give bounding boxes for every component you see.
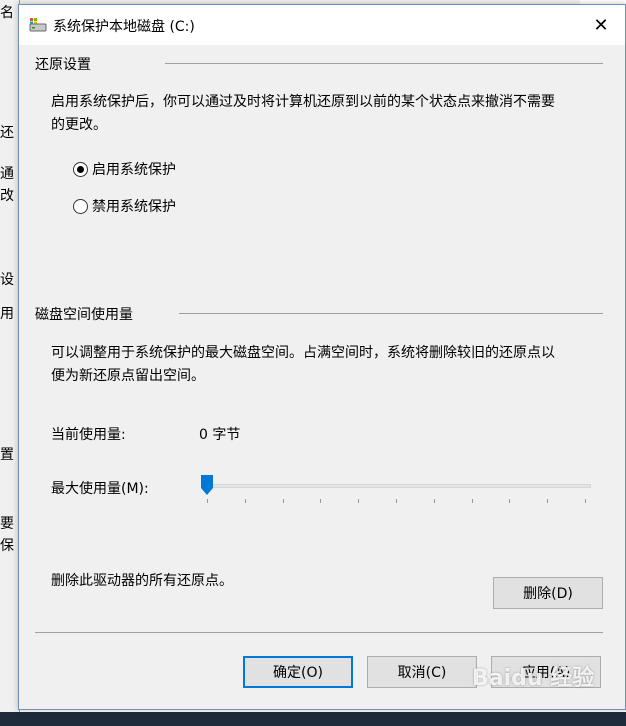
restore-description-line: 启用系统保护后，你可以通过及时将计算机还原到以前的某个状态点来撤消不需要: [51, 94, 555, 110]
restore-settings-divider: [165, 63, 603, 64]
restore-settings-description: 启用系统保护后，你可以通过及时将计算机还原到以前的某个状态点来撤消不需要 的更改…: [51, 91, 611, 137]
background-text-fragment: 设: [0, 272, 14, 288]
slider-tick: [585, 499, 586, 503]
slider-tick: [433, 499, 435, 503]
dialog-title: 系统保护本地磁盘 (C:): [53, 19, 195, 35]
slider-track[interactable]: [201, 484, 591, 488]
disk-usage-description: 可以调整用于系统保护的最大磁盘空间。占满空间时，系统将删除较旧的还原点以 便为新…: [51, 342, 611, 388]
disable-protection-option[interactable]: 禁用系统保护: [73, 196, 176, 216]
background-text-fragment: 用: [0, 306, 14, 322]
slider-tick: [244, 499, 246, 503]
delete-button[interactable]: 删除(D): [493, 577, 603, 609]
disable-protection-radio[interactable]: [73, 198, 88, 214]
slider-tick: [509, 499, 511, 503]
baidu-watermark: Baidu 经验: [472, 666, 595, 691]
system-protection-dialog: 系统保护本地磁盘 (C:) ✕ 还原设置 启用系统保护后，你可以通过及时将计算机…: [18, 4, 626, 710]
slider-tick: [471, 499, 473, 503]
restore-settings-header: 还原设置: [35, 57, 91, 73]
disable-protection-label[interactable]: 禁用系统保护: [92, 196, 176, 216]
enable-protection-label[interactable]: 启用系统保护: [92, 159, 176, 179]
disk-usage-header: 磁盘空间使用量: [35, 307, 133, 323]
ok-button[interactable]: 确定(O): [243, 656, 353, 688]
drive-icon: [29, 17, 47, 33]
enable-protection-radio[interactable]: [73, 161, 88, 177]
delete-restore-points-label: 删除此驱动器的所有还原点。: [51, 573, 233, 589]
background-text-fragment: 改: [0, 188, 14, 204]
background-text-fragment: 名: [0, 5, 14, 21]
current-usage-label: 当前使用量:: [51, 427, 126, 443]
slider-thumb[interactable]: [201, 475, 213, 495]
max-usage-label: 最大使用量(M):: [51, 481, 149, 497]
restore-description-line: 的更改。: [51, 117, 107, 133]
slider-tick: [547, 499, 549, 503]
background-text-fragment: 通: [0, 166, 14, 182]
background-text-fragment: 还: [0, 125, 14, 141]
footer-divider: [35, 632, 603, 633]
background-window: 名 还 通 改 设 用 置 要 保: [0, 0, 20, 726]
slider-tick: [282, 499, 284, 503]
title-bar[interactable]: 系统保护本地磁盘 (C:) ✕: [19, 5, 625, 45]
slider-tick: [207, 499, 208, 503]
enable-protection-option[interactable]: 启用系统保护: [73, 159, 176, 179]
slider-tick: [358, 499, 360, 503]
slider-tick: [320, 499, 322, 503]
background-text-fragment: 置: [0, 447, 14, 463]
cancel-button[interactable]: 取消(C): [367, 656, 477, 688]
background-text-fragment: 保: [0, 538, 14, 554]
taskbar: [0, 712, 626, 726]
disk-usage-description-line: 便为新还原点留出空间。: [51, 368, 205, 384]
max-usage-slider[interactable]: [201, 475, 593, 503]
close-button[interactable]: ✕: [583, 9, 619, 41]
current-usage-value: 0 字节: [199, 427, 241, 443]
disk-usage-description-line: 可以调整用于系统保护的最大磁盘空间。占满空间时，系统将删除较旧的还原点以: [51, 345, 555, 361]
background-text-fragment: 要: [0, 516, 14, 532]
disk-usage-divider: [179, 313, 603, 314]
close-icon: ✕: [593, 14, 609, 36]
slider-tick: [396, 499, 397, 503]
